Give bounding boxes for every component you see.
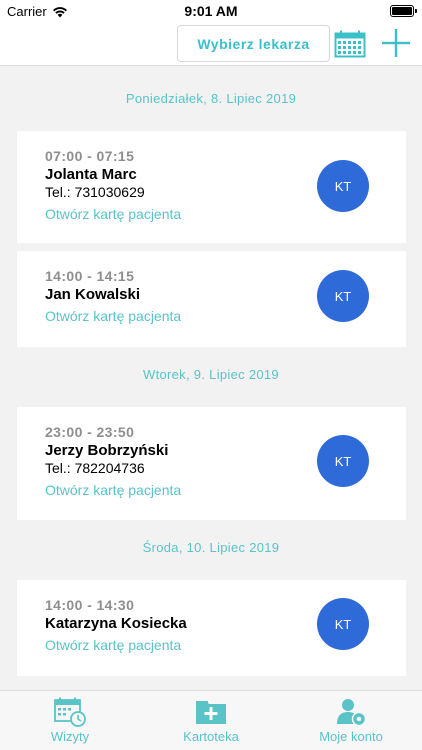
tab-bar: Wizyty Kartoteka Moje konto — [0, 690, 422, 750]
visit-card[interactable]: 14:00 - 14:30 Katarzyna Kosiecka Otwórz … — [17, 580, 406, 676]
day-header: Środa, 10. Lipiec 2019 — [142, 540, 280, 555]
patient-name: Katarzyna Kosiecka — [45, 615, 187, 632]
doctor-avatar: KT — [317, 598, 369, 650]
open-patient-card-link[interactable]: Otwórz kartę pacjenta — [45, 482, 181, 498]
visit-time: 14:00 - 14:30 — [45, 597, 135, 613]
open-patient-card-link[interactable]: Otwórz kartę pacjenta — [45, 637, 181, 653]
tab-records[interactable]: Kartoteka — [161, 691, 261, 750]
folder-plus-icon — [196, 701, 226, 724]
open-patient-card-link[interactable]: Otwórz kartę pacjenta — [45, 206, 181, 222]
visit-time: 23:00 - 23:50 — [45, 424, 135, 440]
tab-visits[interactable]: Wizyty — [20, 691, 120, 750]
user-gear-icon — [337, 699, 367, 727]
visit-card[interactable]: 23:00 - 23:50 Jerzy Bobrzyński Tel.: 782… — [17, 407, 406, 520]
tab-label: Wizyty — [50, 729, 90, 744]
visit-card[interactable]: 07:00 - 07:15 Jolanta Marc Tel.: 7310306… — [17, 131, 406, 243]
screen: Carrier 9:01 AM Wybierz lekarza Poniedzi… — [0, 0, 422, 750]
doctor-avatar: KT — [317, 160, 369, 212]
patient-phone: Tel.: 731030629 — [45, 184, 145, 200]
status-time: 9:01 AM — [184, 3, 238, 19]
open-patient-card-link[interactable]: Otwórz kartę pacjenta — [45, 308, 181, 324]
day-header: Wtorek, 9. Lipiec 2019 — [143, 367, 279, 382]
visit-card[interactable]: 14:00 - 14:15 Jan Kowalski Otwórz kartę … — [17, 251, 406, 347]
tab-label: Moje konto — [319, 729, 383, 744]
calendar-icon[interactable] — [334, 30, 366, 58]
patient-name: Jerzy Bobrzyński — [45, 442, 169, 459]
visit-time: 07:00 - 07:15 — [45, 148, 135, 164]
add-icon[interactable] — [381, 28, 411, 58]
visit-time: 14:00 - 14:15 — [45, 268, 135, 284]
tab-label: Kartoteka — [183, 729, 239, 744]
patient-phone: Tel.: 782204736 — [45, 460, 145, 476]
top-bar: Wybierz lekarza — [0, 22, 422, 66]
doctor-avatar: KT — [317, 435, 369, 487]
patient-name: Jolanta Marc — [45, 166, 137, 183]
tab-my-account[interactable]: Moje konto — [300, 691, 402, 750]
choose-doctor-button[interactable]: Wybierz lekarza — [177, 25, 330, 62]
doctor-avatar: KT — [317, 270, 369, 322]
day-header: Poniedziałek, 8. Lipiec 2019 — [125, 91, 297, 106]
battery-icon — [390, 5, 417, 17]
patient-name: Jan Kowalski — [45, 286, 141, 303]
status-bar: Carrier 9:01 AM — [0, 0, 422, 22]
calendar-clock-icon — [54, 697, 86, 727]
